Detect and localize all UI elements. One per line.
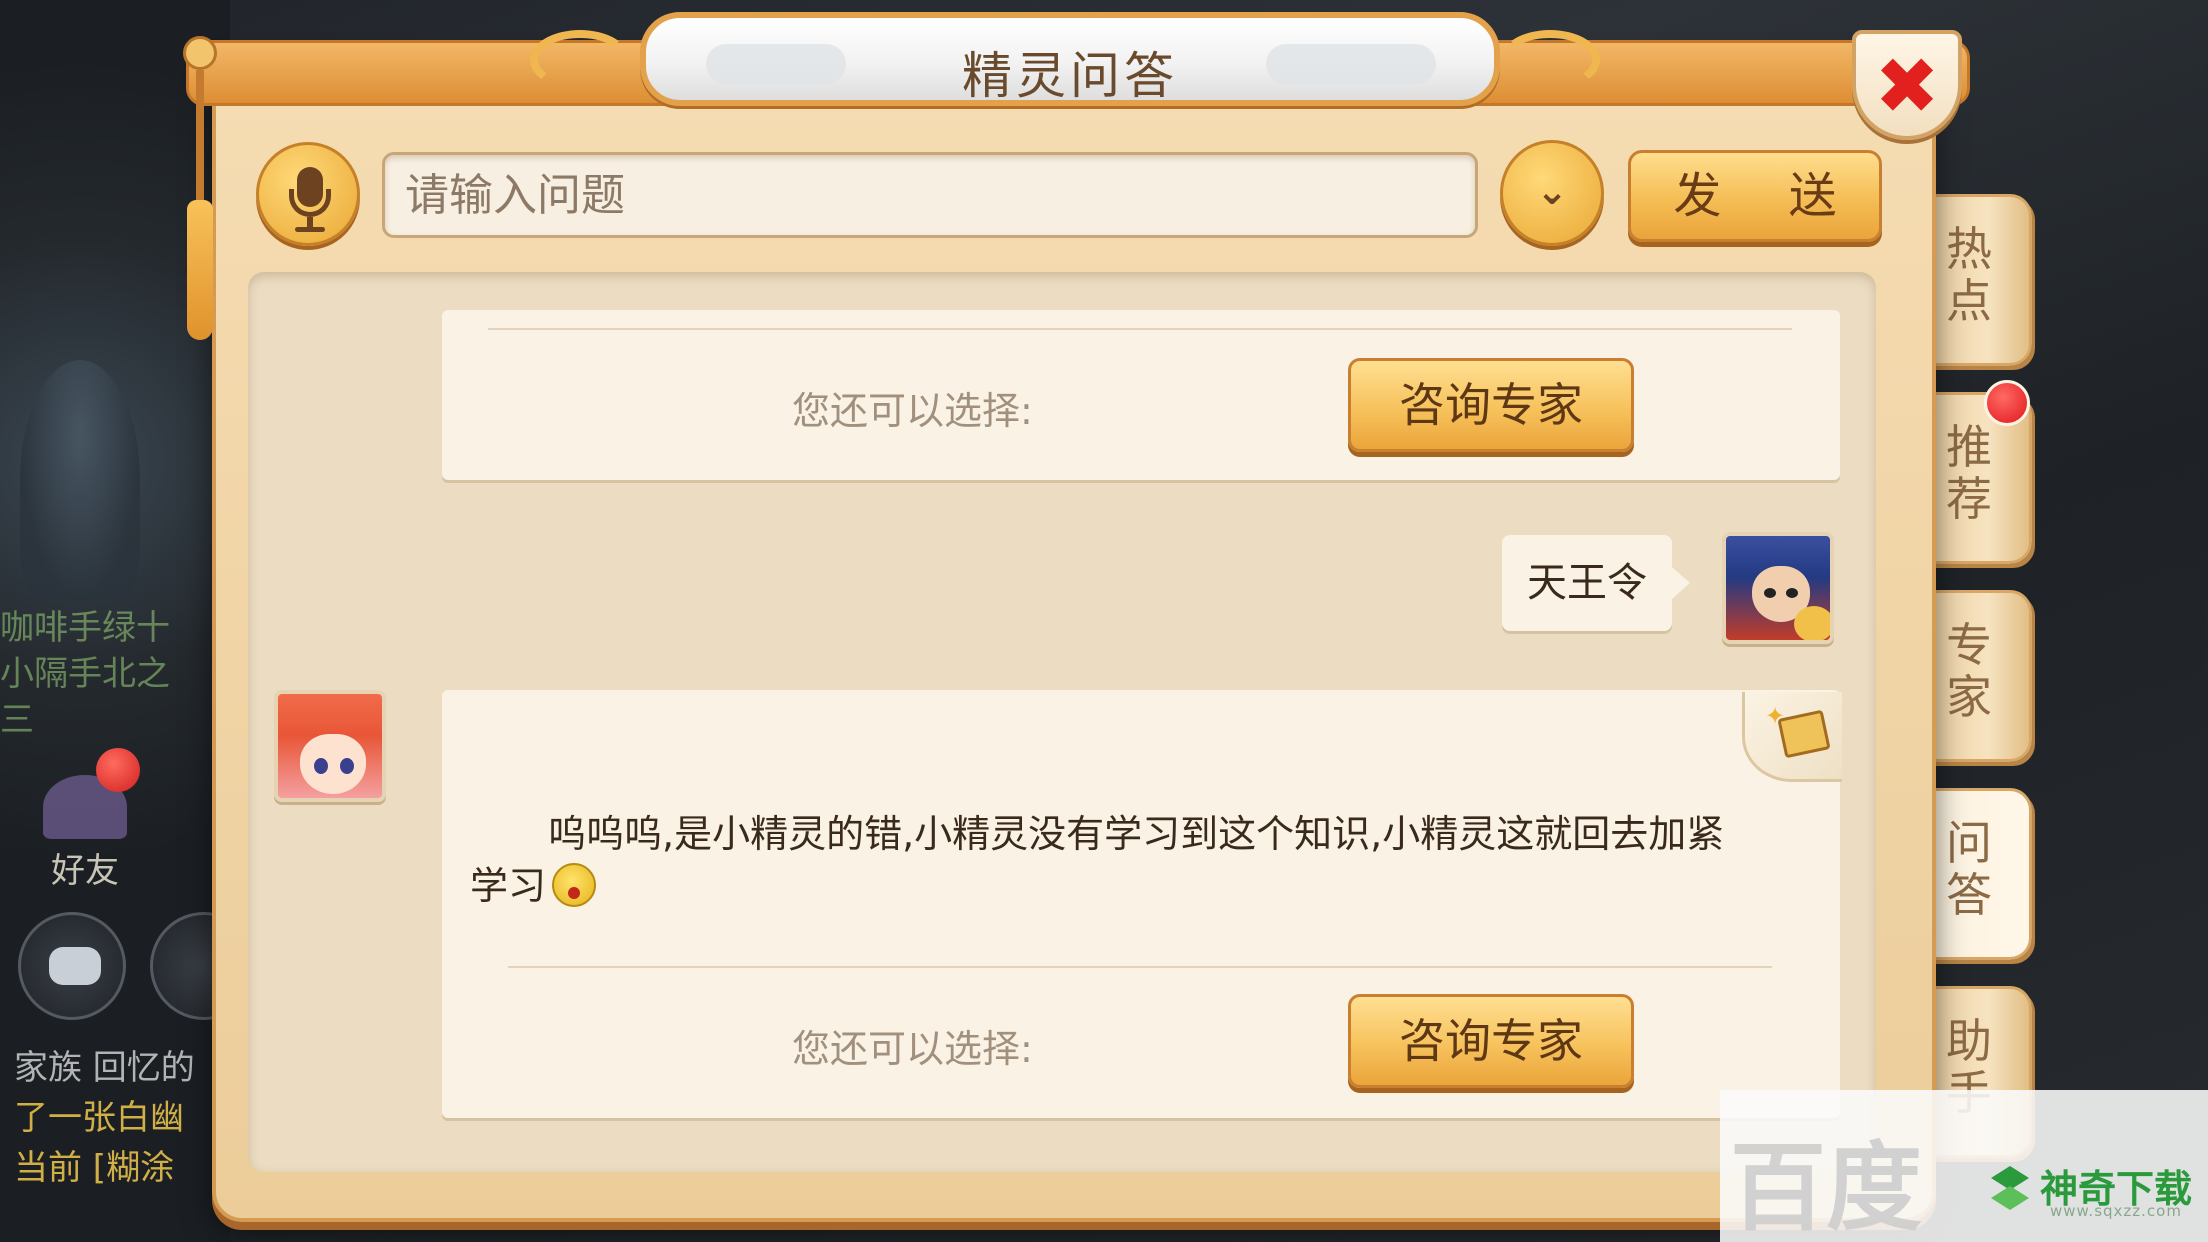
cloud-ornament-left xyxy=(530,30,630,90)
choose-label: 您还可以选择: xyxy=(792,1027,1033,1071)
tab-qa-label: 问答 xyxy=(1946,816,1992,922)
chevron-down-icon: ⌄ xyxy=(1536,169,1568,213)
background-chat-line: 小隔手北之 xyxy=(0,654,170,692)
brand-url: www.sqxzz.com xyxy=(2050,1202,2182,1220)
background-chat: 咖啡手绿十 小隔手北之 三 xyxy=(0,600,220,738)
consult-expert-button[interactable]: 咨询专家 xyxy=(1348,994,1634,1088)
chat-log-line: 家族 回忆的 xyxy=(14,1048,195,1088)
send-button[interactable]: 发 送 xyxy=(1628,150,1882,242)
tab-hot[interactable]: 热点 xyxy=(1928,194,2032,366)
tab-expert-label: 专家 xyxy=(1946,618,1992,724)
friend-button[interactable]: 好友 xyxy=(30,775,140,891)
background-chat-line: 咖啡手绿十 xyxy=(0,608,170,646)
user-message-bubble: 天王令 xyxy=(1502,535,1690,631)
baidu-watermark: 百度 xyxy=(1730,1132,1922,1242)
dropdown-button[interactable]: ⌄ xyxy=(1500,140,1604,246)
friend-notification-dot xyxy=(96,748,140,792)
sprite-message-text: 呜呜呜,是小精灵的错,小精灵没有学习到这个知识,小精灵这就回去加紧学习 xyxy=(470,808,1760,912)
tab-recommend-label: 推荐 xyxy=(1946,420,1992,526)
brand-logo-icon xyxy=(1991,1166,2029,1210)
choose-label: 您还可以选择: xyxy=(792,389,1033,433)
microphone-button[interactable] xyxy=(256,142,360,246)
background-chat-line: 三 xyxy=(0,700,34,738)
background-chat-log: 家族 回忆的 了一张白幽 当前 [糊涂 xyxy=(14,1040,214,1190)
tab-expert[interactable]: 专家 xyxy=(1928,590,2032,762)
question-input[interactable] xyxy=(382,152,1478,238)
sprite-avatar xyxy=(274,690,386,802)
page-title: 精灵问答 xyxy=(962,47,1178,105)
tab-hot-label: 热点 xyxy=(1946,222,1992,328)
recommend-notification-dot xyxy=(1984,380,2030,426)
friend-label: 好友 xyxy=(51,851,119,891)
tab-qa[interactable]: 问答 xyxy=(1928,788,2032,960)
chat-bubble-icon[interactable] xyxy=(18,912,126,1020)
cloud-ornament-right xyxy=(1500,30,1600,90)
book-icon[interactable]: ✦ xyxy=(1742,692,1842,782)
title-plate: 精灵问答 xyxy=(640,12,1500,106)
consult-expert-button[interactable]: 咨询专家 xyxy=(1348,358,1634,452)
scroll-ornament xyxy=(180,36,220,376)
close-icon: ✖ xyxy=(1874,42,1940,132)
chat-log-line: 了一张白幽 xyxy=(14,1098,184,1138)
crying-emoji-icon xyxy=(552,863,597,907)
chat-log-line: 当前 [糊涂 xyxy=(14,1148,175,1188)
background-character xyxy=(20,360,140,600)
sprite-message-content: 呜呜呜,是小精灵的错,小精灵没有学习到这个知识,小精灵这就回去加紧学习 xyxy=(470,812,1725,908)
user-avatar[interactable] xyxy=(1722,532,1834,644)
close-button[interactable]: ✖ xyxy=(1852,30,1962,140)
